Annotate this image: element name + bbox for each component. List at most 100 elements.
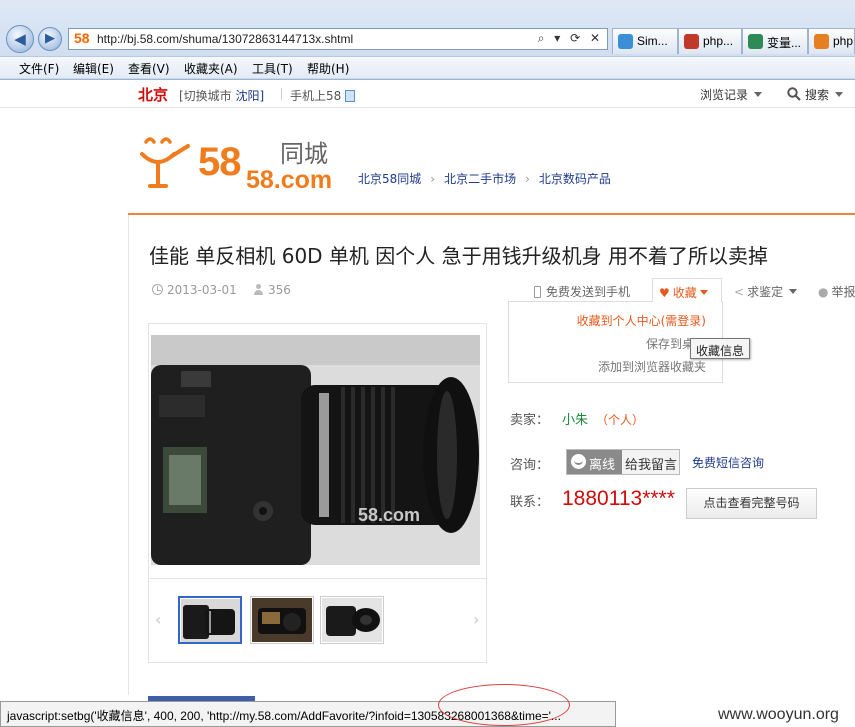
- ie-page-icon: [618, 34, 633, 49]
- favorite-button[interactable]: ♥ 收藏: [652, 278, 722, 302]
- logo-58-text: 58: [198, 140, 241, 184]
- appraise-label: 求鉴定: [747, 285, 784, 299]
- forward-arrow-icon[interactable]: ▶: [38, 27, 62, 51]
- search-icon: [787, 87, 801, 101]
- post-views: 356: [253, 283, 291, 297]
- chevron-down-icon: [754, 92, 763, 97]
- tab-label: php: [833, 34, 854, 48]
- logo-cn-text: 同城: [280, 140, 328, 168]
- post-date: 2013-03-01: [152, 283, 237, 297]
- shield-page-icon: [684, 34, 699, 49]
- tab-label: 变量...: [767, 36, 802, 50]
- menu-view[interactable]: 查看(V): [128, 60, 170, 77]
- thumb-next-icon[interactable]: ›: [473, 610, 479, 629]
- breadcrumb-separator-icon: ›: [525, 172, 530, 186]
- photo-watermark: 58.com: [358, 505, 420, 525]
- person-icon: [253, 284, 264, 295]
- heart-icon: ♥: [659, 286, 670, 300]
- report-label: 举报: [831, 285, 855, 299]
- browser-tab-1[interactable]: Sim...: [612, 28, 678, 54]
- breadcrumb: 北京58同城 › 北京二手市场 › 北京数码产品: [358, 170, 611, 187]
- seller-type: （个人）: [596, 413, 645, 427]
- content-border: [128, 215, 129, 695]
- free-sms-link[interactable]: 免费短信咨询: [692, 454, 764, 471]
- switch-city-link[interactable]: [切换城市 沈阳]: [179, 87, 264, 104]
- browser-tab-4[interactable]: php: [808, 28, 855, 54]
- menu-edit[interactable]: 编辑(E): [73, 60, 114, 77]
- browser-chrome: ◀ ▶ 58 http://bj.58.com/shuma/1307286314…: [0, 0, 855, 80]
- seller-info: 小朱 （个人）: [562, 409, 644, 428]
- breadcrumb-item[interactable]: 北京数码产品: [539, 172, 611, 186]
- favorite-tooltip: 收藏信息: [690, 338, 751, 359]
- send-to-phone-label: 免费发送到手机: [546, 285, 631, 299]
- address-url[interactable]: http://bj.58.com/shuma/13072863144713x.s…: [97, 32, 353, 46]
- address-bar[interactable]: 58 http://bj.58.com/shuma/13072863144713…: [68, 28, 608, 50]
- thumbnail-1[interactable]: [178, 596, 242, 644]
- seller-name[interactable]: 小朱: [562, 413, 588, 428]
- highlight-ellipse: [438, 684, 570, 726]
- offline-status: 离线: [567, 450, 622, 474]
- site-watermark: www.wooyun.org: [718, 706, 839, 723]
- mobile-58-link[interactable]: 手机上58: [290, 87, 356, 104]
- switch-city-label: [切换城市: [179, 89, 232, 103]
- menu-bar: 文件(F) 编辑(E) 查看(V) 收藏夹(A) 工具(T) 帮助(H): [0, 56, 855, 78]
- bulb-icon: ●: [818, 285, 829, 299]
- offline-label: 离线: [589, 458, 616, 473]
- menu-tools[interactable]: 工具(T): [252, 60, 293, 77]
- clock-icon: [152, 284, 163, 295]
- share-icon: <: [734, 285, 745, 299]
- send-to-phone-link[interactable]: 免费发送到手机: [534, 283, 630, 300]
- smiley-icon: [571, 454, 586, 469]
- leave-message-label: 给我留言: [625, 458, 678, 473]
- favorite-label: 收藏: [672, 286, 697, 300]
- green-page-icon: [748, 34, 763, 49]
- appraise-dropdown[interactable]: < 求鉴定: [734, 283, 798, 300]
- tab-label: php...: [703, 34, 734, 48]
- browser-tab-2[interactable]: php...: [678, 28, 742, 54]
- site-favicon-icon: 58: [74, 30, 90, 46]
- fav-to-user-center[interactable]: 收藏到个人中心(需登录): [577, 312, 706, 329]
- camera-thumb-icon: [322, 598, 382, 642]
- divider: [281, 88, 282, 100]
- seller-label: 卖家：: [510, 413, 550, 428]
- date-value: 2013-03-01: [167, 283, 237, 297]
- thumbnail-3[interactable]: [320, 596, 384, 644]
- phone-icon: [534, 286, 541, 298]
- camera-thumb-icon: [181, 599, 240, 642]
- view-full-number-button[interactable]: 点击查看完整号码: [686, 488, 817, 519]
- tab-label: Sim...: [637, 34, 668, 48]
- contact-label: 联系：: [510, 495, 550, 510]
- breadcrumb-item[interactable]: 北京二手市场: [444, 172, 516, 186]
- mobile-icon: [345, 90, 356, 102]
- post-title: 佳能 单反相机 60D 单机 因个人 急于用钱升级机身 用不着了所以卖掉: [149, 244, 768, 268]
- consult-label: 咨询：: [510, 458, 550, 473]
- site-logo[interactable]: 58 同城 58.com: [140, 134, 345, 194]
- search-dropdown[interactable]: 搜索: [787, 86, 844, 103]
- address-tools[interactable]: ⌕ ▾ ⟳ ✕: [538, 31, 603, 46]
- camera-photo-icon: 58.com: [151, 335, 480, 565]
- header-divider: [128, 213, 855, 215]
- back-arrow-icon[interactable]: ◀: [6, 25, 34, 53]
- menu-help[interactable]: 帮助(H): [307, 60, 349, 77]
- search-label: 搜索: [805, 88, 830, 102]
- history-dropdown[interactable]: 浏览记录: [700, 86, 763, 103]
- menu-favorites[interactable]: 收藏夹(A): [184, 60, 238, 77]
- site-top-bar: 北京 [切换城市 沈阳] 手机上58 浏览记录 搜索: [0, 80, 855, 108]
- browser-tab-3[interactable]: 变量...: [742, 28, 808, 54]
- fav-add-browser[interactable]: 添加到浏览器收藏夹: [598, 358, 706, 375]
- switch-city-name[interactable]: 沈阳]: [236, 89, 265, 103]
- main-product-photo[interactable]: 58.com: [151, 335, 480, 565]
- phone-number: 1880113****: [562, 487, 675, 510]
- thumbnail-2[interactable]: [250, 596, 314, 644]
- mobile-label: 手机上58: [290, 89, 342, 103]
- report-link[interactable]: ● 举报: [818, 283, 855, 300]
- chevron-down-icon: [835, 92, 844, 97]
- menu-file[interactable]: 文件(F): [19, 60, 59, 77]
- breadcrumb-item[interactable]: 北京58同城: [358, 172, 421, 186]
- thumb-prev-icon[interactable]: ‹: [155, 610, 161, 629]
- colorful-page-icon: [814, 34, 829, 49]
- chat-button[interactable]: 离线 给我留言: [566, 449, 680, 475]
- logo-en-text: 58.com: [246, 166, 333, 194]
- history-label: 浏览记录: [700, 88, 749, 102]
- current-city: 北京: [138, 86, 169, 104]
